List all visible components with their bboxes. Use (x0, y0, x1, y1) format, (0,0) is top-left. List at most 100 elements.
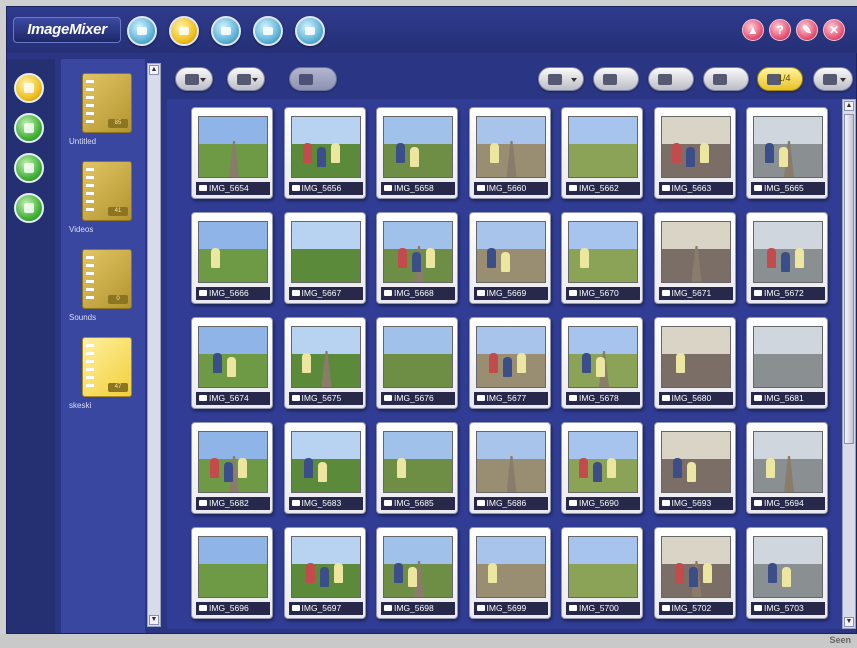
photo-thumbnail[interactable]: IMG_5660 (468, 107, 551, 199)
photo-sky (291, 222, 360, 251)
photo-thumbnail[interactable]: IMG_5702 (653, 527, 736, 619)
text-button[interactable] (289, 67, 337, 91)
person-figure (486, 248, 496, 268)
photo-thumbnail[interactable]: IMG_5678 (561, 317, 643, 409)
photo-thumbnail[interactable]: IMG_5671 (653, 212, 736, 304)
thumbnail-label: IMG_5670 (579, 288, 619, 298)
thumbnail-label: IMG_5656 (301, 183, 342, 193)
photo-thumbnail[interactable]: IMG_5675 (283, 317, 366, 409)
photo-thumbnail[interactable]: IMG_5682 (191, 422, 273, 514)
thumbnail-label: IMG_5680 (671, 393, 712, 403)
photo-sky (384, 117, 452, 146)
mode-4-icon[interactable] (253, 16, 283, 46)
album-book-icon[interactable]: 0 (82, 249, 132, 309)
scroll-up-arrow-icon[interactable]: ▲ (844, 101, 854, 111)
mode-5-icon[interactable] (295, 16, 325, 46)
mode-3-icon[interactable] (211, 16, 241, 46)
photo-thumbnail[interactable]: IMG_5665 (746, 107, 828, 199)
photo-thumbnail[interactable]: IMG_5697 (283, 527, 366, 619)
photo-thumbnail[interactable]: IMG_5654 (191, 107, 273, 199)
lock-button[interactable] (813, 67, 853, 91)
photo-thumbnail[interactable]: IMG_5699 (468, 527, 551, 619)
thumbnail-label: IMG_5676 (394, 393, 434, 403)
thumbnail-scrollbar[interactable]: ▲ ▼ (842, 99, 856, 629)
new-album-button[interactable] (175, 67, 213, 91)
photo-thumbnail[interactable]: IMG_5700 (561, 527, 643, 619)
person-figure (227, 357, 236, 377)
scroll-down-arrow-icon[interactable]: ▼ (149, 615, 159, 625)
photo-thumbnail[interactable]: IMG_5656 (283, 107, 366, 199)
thumbnail-label: IMG_5667 (301, 288, 342, 298)
photo-thumbnail[interactable]: IMG_5694 (746, 422, 828, 514)
person-figure (779, 147, 788, 167)
photo-thumbnail[interactable]: IMG_5698 (376, 527, 458, 619)
photo-thumbnail[interactable]: IMG_5669 (468, 212, 551, 304)
import-button[interactable] (14, 113, 44, 143)
thumbnail-label: IMG_5681 (764, 393, 804, 403)
display-button[interactable] (648, 67, 694, 91)
photo-thumbnail[interactable]: IMG_5666 (191, 212, 273, 304)
mode-1-icon[interactable] (127, 16, 157, 46)
dropdown-arrow-icon (571, 78, 577, 82)
photo-thumbnail[interactable]: IMG_5672 (746, 212, 828, 304)
photo-thumbnail[interactable]: IMG_5680 (653, 317, 736, 409)
photo-thumbnail[interactable]: IMG_5663 (653, 107, 736, 199)
view-toggle-button[interactable]: 1/4 (757, 67, 803, 91)
photo-thumbnail[interactable]: IMG_5658 (376, 107, 458, 199)
close-icon[interactable]: ✕ (823, 19, 845, 41)
scroll-down-arrow-icon[interactable]: ▼ (844, 617, 854, 627)
photo-thumbnail[interactable]: IMG_5685 (376, 422, 458, 514)
print-icon[interactable]: ▲ (742, 19, 764, 41)
album-list: 85 Untitled 41 Videos 0 Sounds 47 skeski (61, 59, 145, 633)
photo-thumbnail[interactable]: IMG_5683 (283, 422, 366, 514)
photo-thumbnail[interactable]: IMG_5703 (746, 527, 828, 619)
camera-icon (291, 395, 300, 401)
export-button[interactable] (14, 153, 44, 183)
copy-button[interactable] (227, 67, 265, 91)
thumbnail-label: IMG_5700 (579, 603, 619, 613)
album-book-icon[interactable]: 41 (82, 161, 132, 221)
camera-icon (199, 500, 207, 506)
thumbnail-caption: IMG_5686 (473, 497, 548, 510)
photo-thumbnail[interactable]: IMG_5677 (468, 317, 551, 409)
photo-ground (661, 459, 730, 492)
photo-preview (383, 431, 453, 493)
sort-button[interactable] (703, 67, 749, 91)
album-book-icon[interactable]: 85 (82, 73, 132, 133)
photo-thumbnail[interactable]: IMG_5681 (746, 317, 828, 409)
search-button[interactable] (14, 193, 44, 223)
photo-preview (198, 116, 268, 178)
photo-thumbnail[interactable]: IMG_5686 (468, 422, 551, 514)
thumbnail-label: IMG_5696 (209, 603, 249, 613)
album-mode-button[interactable] (14, 73, 44, 103)
photo-thumbnail[interactable]: IMG_5690 (561, 422, 643, 514)
video-capture-button[interactable] (538, 67, 584, 91)
photo-thumbnail[interactable]: IMG_5668 (376, 212, 458, 304)
camera-icon (291, 290, 300, 296)
mode-sidebar (7, 59, 55, 633)
photo-thumbnail[interactable]: IMG_5670 (561, 212, 643, 304)
scroll-up-arrow-icon[interactable]: ▲ (149, 65, 159, 75)
camera-icon (199, 605, 207, 611)
album-book-icon[interactable]: 47 (82, 337, 132, 397)
slideshow-button[interactable] (593, 67, 639, 91)
album-name: Videos (69, 225, 94, 234)
photo-thumbnail[interactable]: IMG_5667 (283, 212, 366, 304)
scroll-thumb[interactable] (844, 114, 854, 444)
photo-preview (753, 431, 823, 493)
thumbnail-caption: IMG_5662 (566, 182, 640, 195)
camera-icon (661, 395, 670, 401)
photo-sky (384, 327, 452, 356)
photo-thumbnail[interactable]: IMG_5696 (191, 527, 273, 619)
photo-thumbnail[interactable]: IMG_5662 (561, 107, 643, 199)
photo-thumbnail[interactable]: IMG_5693 (653, 422, 736, 514)
thumbnail-label: IMG_5699 (486, 603, 527, 613)
tools-icon[interactable]: ✎ (796, 19, 818, 41)
photo-thumbnail[interactable]: IMG_5674 (191, 317, 273, 409)
person-figure (699, 143, 709, 163)
album-scrollbar[interactable]: ▲ ▼ (147, 63, 161, 627)
thumbnail-caption: IMG_5703 (751, 602, 825, 615)
photo-thumbnail[interactable]: IMG_5676 (376, 317, 458, 409)
help-icon[interactable]: ? (769, 19, 791, 41)
mode-album-icon[interactable] (169, 16, 199, 46)
